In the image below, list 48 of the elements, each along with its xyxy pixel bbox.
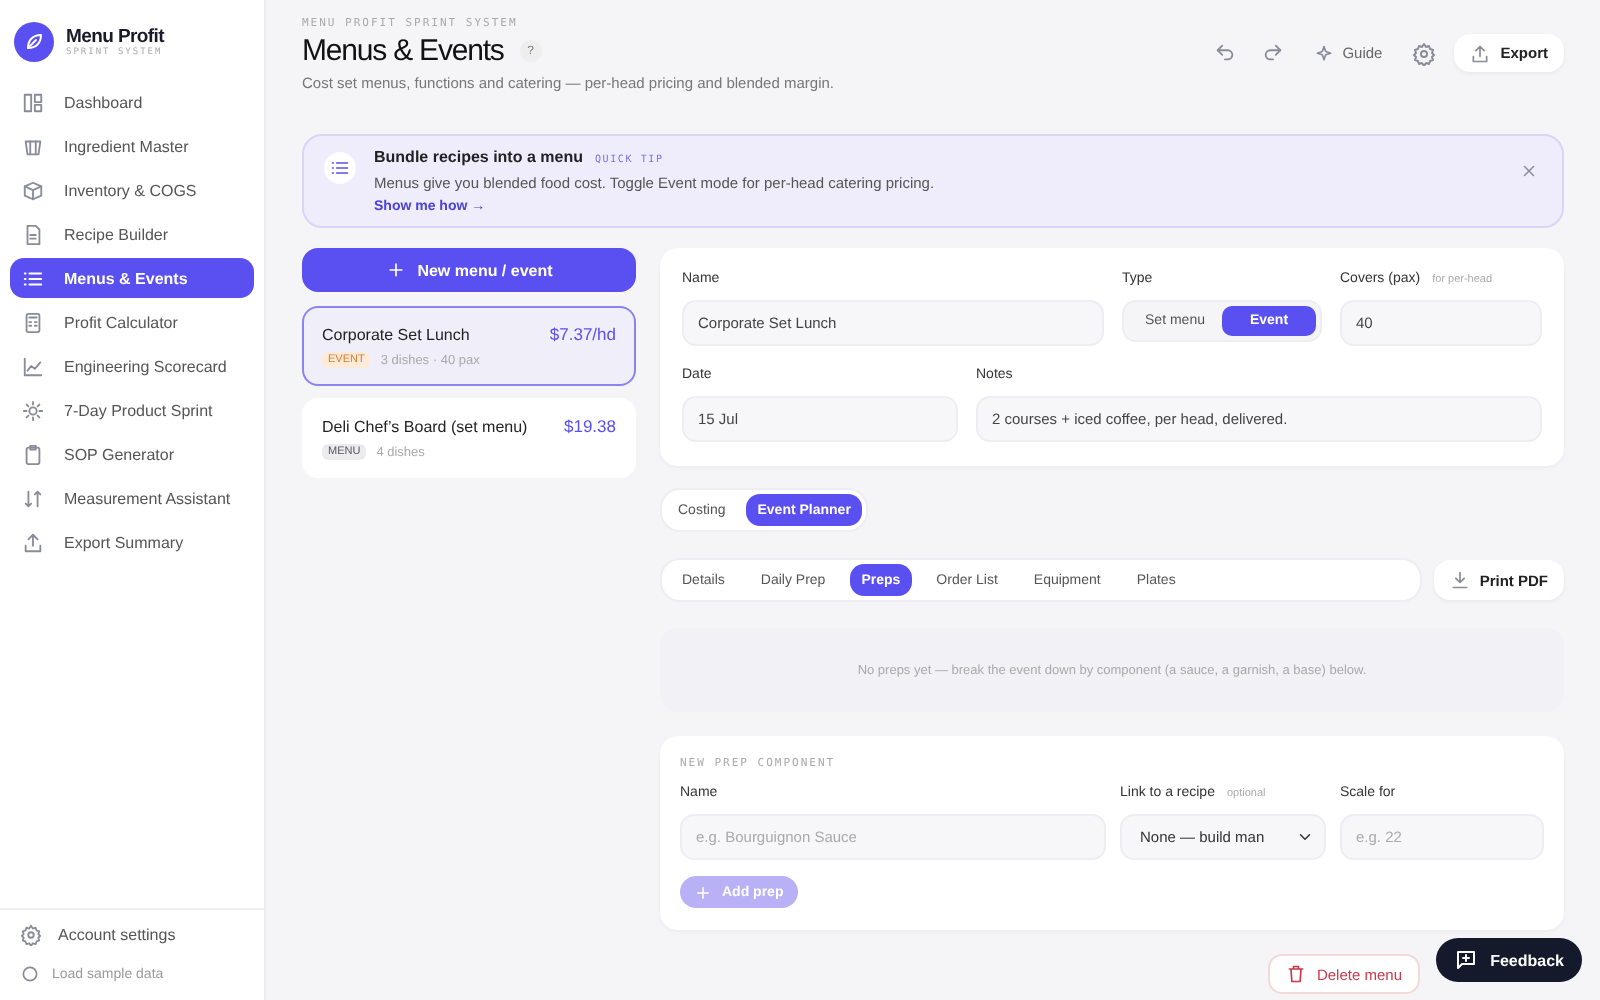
list-icon	[324, 152, 356, 184]
chart-icon	[22, 355, 44, 377]
dashboard-icon	[22, 91, 44, 113]
page-title: Menus & Events	[302, 34, 504, 68]
plus-icon	[694, 883, 712, 901]
settings-icon	[1412, 41, 1437, 65]
calculator-icon	[22, 311, 44, 333]
settings-link[interactable]: Account settings	[20, 924, 244, 946]
clipboard-icon	[22, 443, 44, 465]
menu-price: $7.37/hd	[549, 324, 616, 344]
trash-icon	[1286, 964, 1307, 984]
redo-icon	[1261, 42, 1284, 64]
sidebar-item[interactable]: Inventory & COGS	[10, 170, 254, 210]
logo-icon	[14, 22, 54, 62]
sidebar-item[interactable]: Recipe Builder	[10, 214, 254, 254]
upload-icon	[22, 531, 44, 553]
sidebar-item[interactable]: 7-Day Product Sprint	[10, 390, 254, 430]
menu-name: Corporate Set Lunch	[322, 326, 470, 344]
new-menu-button[interactable]: New menu / event	[302, 248, 636, 292]
sort-icon	[22, 487, 44, 509]
message-icon	[1454, 948, 1479, 972]
tip-title: Bundle recipes into a menu	[374, 148, 583, 166]
sidebar-item[interactable]: Menus & Events	[10, 258, 254, 298]
sidebar-item[interactable]: Profit Calculator	[10, 302, 254, 342]
settings-icon	[20, 924, 42, 946]
close-icon	[1520, 162, 1538, 180]
sidebar-item[interactable]: Engineering Scorecard	[10, 346, 254, 386]
plus-icon	[385, 260, 406, 280]
upload-icon	[1470, 43, 1491, 63]
undo-icon	[1213, 42, 1236, 64]
sidebar-item[interactable]: Ingredient Master	[10, 126, 254, 166]
box-icon	[22, 179, 44, 201]
app-name: Menu Profit	[66, 26, 164, 48]
menu-name: Deli Chef’s Board (set menu)	[322, 418, 528, 436]
download-icon	[1449, 570, 1470, 590]
document-icon	[22, 223, 44, 245]
sidebar-item[interactable]: Measurement Assistant	[10, 478, 254, 518]
basket-icon	[22, 135, 44, 157]
sidebar-item[interactable]: Export Summary	[10, 522, 254, 562]
list-icon	[22, 267, 44, 289]
sun-icon	[22, 399, 44, 421]
chevron-down-icon	[1296, 828, 1314, 846]
circle-icon	[20, 964, 40, 984]
sidebar-item[interactable]: Dashboard	[10, 82, 254, 122]
sidebar-item[interactable]: SOP Generator	[10, 434, 254, 474]
feedback-button[interactable]: Feedback	[1436, 938, 1582, 982]
sparkle-icon	[1314, 43, 1335, 63]
menu-price: $19.38	[564, 416, 616, 436]
